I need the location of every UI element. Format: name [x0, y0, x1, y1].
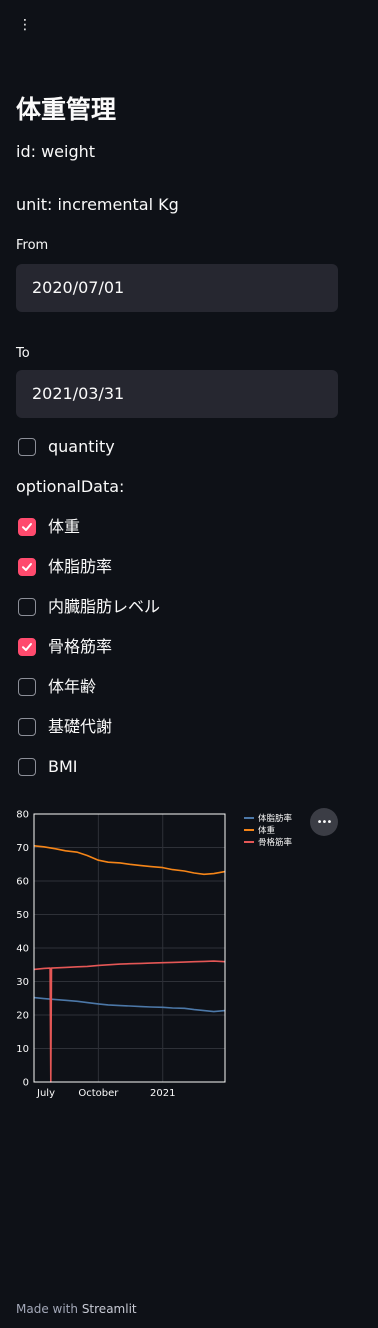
y-tick-label: 30: [16, 977, 29, 988]
check-icon: [22, 643, 32, 651]
to-label: To: [16, 346, 30, 361]
footer-prefix: Made with: [16, 1302, 78, 1316]
checkbox-label: 基礎代謝: [48, 717, 113, 736]
checkbox-body-age[interactable]: 体年齢: [18, 675, 96, 699]
checkbox-bmi[interactable]: BMI: [18, 755, 78, 779]
quantity-checkbox[interactable]: quantity: [18, 435, 115, 459]
checkbox-body-fat[interactable]: 体脂肪率: [18, 555, 112, 579]
legend-label: 骨格筋率: [258, 837, 293, 848]
x-tick-label: 2021: [150, 1088, 175, 1099]
y-tick-label: 60: [16, 877, 29, 888]
y-tick-label: 70: [16, 843, 29, 854]
checkbox-muscle[interactable]: 骨格筋率: [18, 635, 112, 659]
checkbox-label: 体年齢: [48, 677, 97, 696]
checkbox-box[interactable]: [18, 638, 36, 656]
checkbox-box[interactable]: [18, 598, 36, 616]
optional-data-label: optionalData:: [16, 477, 125, 496]
check-icon: [22, 563, 32, 571]
checkbox-box[interactable]: [18, 438, 36, 456]
page-title: 体重管理: [16, 95, 117, 124]
checkbox-box[interactable]: [18, 718, 36, 736]
checkbox-box[interactable]: [18, 518, 36, 536]
y-tick-label: 20: [16, 1011, 29, 1022]
chart-more-button[interactable]: •••: [310, 808, 338, 836]
y-tick-label: 0: [23, 1078, 29, 1089]
check-icon: [22, 523, 32, 531]
y-tick-label: 10: [16, 1044, 29, 1055]
checkbox-label: 骨格筋率: [48, 637, 113, 656]
line-chart[interactable]: 0 10 20 30 40 50 60 70 80 July October 2021 体脂肪率体重骨格…: [12, 800, 342, 1110]
checkbox-label: 体脂肪率: [48, 557, 113, 576]
main-menu-icon[interactable]: ⋮: [18, 18, 32, 32]
y-tick-label: 80: [16, 810, 29, 821]
to-date-input[interactable]: 2021/03/31: [16, 370, 338, 418]
checkbox-label: 内臓脂肪レベル: [48, 597, 161, 616]
checkbox-label: quantity: [48, 437, 115, 456]
x-tick-label: July: [36, 1088, 55, 1099]
checkbox-box[interactable]: [18, 558, 36, 576]
unit-text: unit: incremental Kg: [16, 195, 179, 214]
x-tick-label: October: [78, 1088, 119, 1099]
footer: Made with Streamlit: [16, 1300, 137, 1318]
y-tick-label: 40: [16, 944, 29, 955]
legend-label: 体重: [258, 825, 276, 836]
more-options-icon: •••: [316, 816, 333, 828]
checkbox-visceral-fat[interactable]: 内臓脂肪レベル: [18, 595, 160, 619]
app-root: ⋮ 体重管理 id: weight unit: incremental Kg F…: [0, 0, 378, 1328]
from-label: From: [16, 238, 49, 253]
from-date-input[interactable]: 2020/07/01: [16, 264, 338, 312]
checkbox-weight[interactable]: 体重: [18, 515, 80, 539]
checkbox-box[interactable]: [18, 678, 36, 696]
y-tick-label: 50: [16, 910, 29, 921]
checkbox-label: 体重: [48, 517, 81, 536]
checkbox-basal-metabolism[interactable]: 基礎代謝: [18, 715, 112, 739]
footer-brand-link[interactable]: Streamlit: [82, 1302, 137, 1316]
id-text: id: weight: [16, 142, 96, 161]
checkbox-box[interactable]: [18, 758, 36, 776]
legend-label: 体脂肪率: [258, 813, 293, 824]
checkbox-label: BMI: [48, 757, 78, 776]
